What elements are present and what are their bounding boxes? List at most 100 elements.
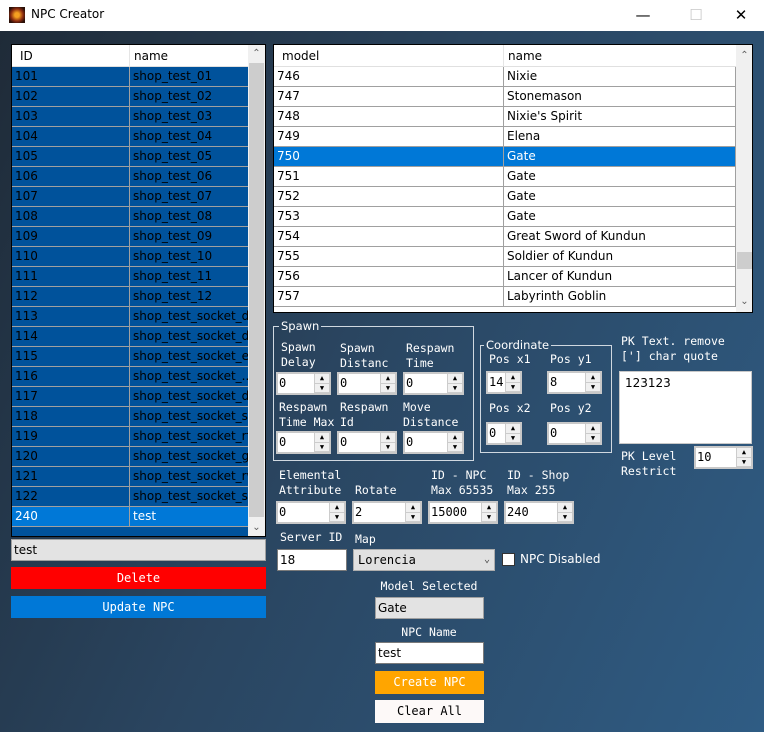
npc-name-input[interactable]: test bbox=[375, 642, 484, 664]
up-icon[interactable]: ▲ bbox=[315, 374, 329, 384]
up-icon[interactable]: ▲ bbox=[381, 374, 395, 384]
pos-x2-stepper[interactable]: 0 ▲ ▼ bbox=[486, 422, 522, 445]
respawn-id-stepper[interactable]: 0 ▲ ▼ bbox=[337, 431, 397, 454]
table-row[interactable]: 104 shop_test_04 bbox=[12, 127, 249, 147]
table-row[interactable]: 109 shop_test_09 bbox=[12, 227, 249, 247]
npc-list-scrollbar[interactable]: ⌃ ⌄ bbox=[248, 45, 265, 536]
table-row[interactable]: 117 shop_test_socket_dl bbox=[12, 387, 249, 407]
table-row[interactable]: 747 Stonemason bbox=[274, 87, 736, 107]
table-row[interactable]: 113 shop_test_socket_dw bbox=[12, 307, 249, 327]
down-icon[interactable]: ▼ bbox=[558, 513, 572, 522]
table-row[interactable]: 114 shop_test_socket_dk bbox=[12, 327, 249, 347]
up-icon[interactable]: ▲ bbox=[482, 503, 496, 513]
table-row[interactable]: 751 Gate bbox=[274, 167, 736, 187]
column-header-name[interactable]: name bbox=[504, 45, 736, 67]
up-icon[interactable]: ▲ bbox=[330, 503, 344, 513]
column-header-id[interactable]: ID bbox=[12, 45, 130, 67]
table-row[interactable]: 754 Great Sword of Kundun bbox=[274, 227, 736, 247]
down-icon[interactable]: ▼ bbox=[381, 384, 395, 393]
table-row[interactable]: 118 shop_test_socket_s... bbox=[12, 407, 249, 427]
scroll-up-icon[interactable]: ⌃ bbox=[248, 45, 265, 62]
down-icon[interactable]: ▼ bbox=[315, 443, 329, 452]
down-icon[interactable]: ▼ bbox=[448, 384, 462, 393]
table-row[interactable]: 101 shop_test_01 bbox=[12, 67, 249, 87]
minimize-button[interactable]: — bbox=[628, 4, 658, 26]
up-icon[interactable]: ▲ bbox=[586, 373, 600, 383]
table-row[interactable]: 108 shop_test_08 bbox=[12, 207, 249, 227]
down-icon[interactable]: ▼ bbox=[586, 383, 600, 392]
up-icon[interactable]: ▲ bbox=[558, 503, 572, 513]
table-row[interactable]: 107 shop_test_07 bbox=[12, 187, 249, 207]
up-icon[interactable]: ▲ bbox=[406, 503, 420, 513]
clear-all-button[interactable]: Clear All bbox=[375, 700, 484, 723]
elemental-stepper[interactable]: 0 ▲ ▼ bbox=[276, 501, 346, 524]
down-icon[interactable]: ▼ bbox=[506, 434, 520, 443]
npc-disabled-label[interactable]: NPC Disabled bbox=[520, 552, 601, 566]
table-row[interactable]: 756 Lancer of Kundun bbox=[274, 267, 736, 287]
server-id-input[interactable]: 18 bbox=[277, 549, 347, 571]
scrollbar-thumb[interactable] bbox=[249, 63, 264, 517]
table-row[interactable]: 105 shop_test_05 bbox=[12, 147, 249, 167]
up-icon[interactable]: ▲ bbox=[381, 433, 395, 443]
scrollbar-thumb[interactable] bbox=[737, 252, 752, 269]
table-row[interactable]: 748 Nixie's Spirit bbox=[274, 107, 736, 127]
up-icon[interactable]: ▲ bbox=[448, 374, 462, 384]
table-row[interactable]: 755 Soldier of Kundun bbox=[274, 247, 736, 267]
up-icon[interactable]: ▲ bbox=[506, 373, 520, 383]
down-icon[interactable]: ▼ bbox=[381, 443, 395, 452]
npc-list[interactable]: ID name 101 shop_test_01 102 shop_test_02 10… bbox=[11, 44, 266, 537]
scroll-down-icon[interactable]: ⌄ bbox=[248, 519, 265, 536]
table-row[interactable]: 102 shop_test_02 bbox=[12, 87, 249, 107]
id-shop-stepper[interactable]: 240 ▲ ▼ bbox=[504, 501, 574, 524]
down-icon[interactable]: ▼ bbox=[482, 513, 496, 522]
id-npc-stepper[interactable]: 15000 ▲ ▼ bbox=[428, 501, 498, 524]
up-icon[interactable]: ▲ bbox=[315, 433, 329, 443]
scroll-up-icon[interactable]: ⌃ bbox=[736, 47, 752, 64]
table-row[interactable]: 110 shop_test_10 bbox=[12, 247, 249, 267]
down-icon[interactable]: ▼ bbox=[737, 458, 751, 467]
map-select[interactable]: Lorencia ⌄ bbox=[353, 549, 495, 571]
pos-y1-stepper[interactable]: 8 ▲ ▼ bbox=[547, 371, 602, 394]
pk-text-area[interactable]: 123123 bbox=[619, 371, 752, 444]
pos-x1-stepper[interactable]: 14 ▲ ▼ bbox=[486, 371, 522, 394]
move-distance-stepper[interactable]: 0 ▲ ▼ bbox=[403, 431, 464, 454]
rotate-stepper[interactable]: 2 ▲ ▼ bbox=[352, 501, 422, 524]
create-npc-button[interactable]: Create NPC bbox=[375, 671, 484, 694]
table-row[interactable]: 115 shop_test_socket_elf bbox=[12, 347, 249, 367]
update-npc-button[interactable]: Update NPC bbox=[11, 596, 266, 618]
down-icon[interactable]: ▼ bbox=[586, 434, 600, 443]
table-row[interactable]: 750 Gate bbox=[274, 147, 736, 167]
table-row[interactable]: 753 Gate bbox=[274, 207, 736, 227]
npc-disabled-checkbox[interactable] bbox=[502, 553, 515, 566]
table-row[interactable]: 119 shop_test_socket_rf bbox=[12, 427, 249, 447]
respawn-time-stepper[interactable]: 0 ▲ ▼ bbox=[403, 372, 464, 395]
pos-y2-stepper[interactable]: 0 ▲ ▼ bbox=[547, 422, 602, 445]
close-button[interactable]: ✕ bbox=[726, 4, 756, 26]
scroll-down-icon[interactable]: ⌄ bbox=[736, 293, 752, 310]
model-list[interactable]: model name 746 Nixie 747 Stonemason 748 Nixie… bbox=[273, 44, 753, 313]
spawn-distance-stepper[interactable]: 0 ▲ ▼ bbox=[337, 372, 397, 395]
table-row[interactable]: 116 shop_test_socket_... bbox=[12, 367, 249, 387]
spawn-delay-stepper[interactable]: 0 ▲ ▼ bbox=[276, 372, 331, 395]
table-row[interactable]: 752 Gate bbox=[274, 187, 736, 207]
down-icon[interactable]: ▼ bbox=[406, 513, 420, 522]
delete-button[interactable]: Delete bbox=[11, 567, 266, 589]
table-row[interactable]: 749 Elena bbox=[274, 127, 736, 147]
up-icon[interactable]: ▲ bbox=[448, 433, 462, 443]
column-header-model[interactable]: model bbox=[274, 45, 504, 67]
table-row[interactable]: 103 shop_test_03 bbox=[12, 107, 249, 127]
table-row[interactable]: 112 shop_test_12 bbox=[12, 287, 249, 307]
table-row[interactable]: 122 shop_test_socket_sl bbox=[12, 487, 249, 507]
up-icon[interactable]: ▲ bbox=[586, 424, 600, 434]
up-icon[interactable]: ▲ bbox=[737, 448, 751, 458]
table-row[interactable]: 106 shop_test_06 bbox=[12, 167, 249, 187]
down-icon[interactable]: ▼ bbox=[506, 383, 520, 392]
down-icon[interactable]: ▼ bbox=[448, 443, 462, 452]
search-input[interactable]: test bbox=[11, 539, 266, 561]
table-row[interactable]: 121 shop_test_socket_rw bbox=[12, 467, 249, 487]
model-list-scrollbar[interactable]: ⌃ ⌄ bbox=[736, 45, 752, 312]
up-icon[interactable]: ▲ bbox=[506, 424, 520, 434]
table-row[interactable]: 111 shop_test_11 bbox=[12, 267, 249, 287]
table-row[interactable]: 757 Labyrinth Goblin bbox=[274, 287, 736, 307]
pk-level-stepper[interactable]: 10 ▲ ▼ bbox=[694, 446, 753, 469]
